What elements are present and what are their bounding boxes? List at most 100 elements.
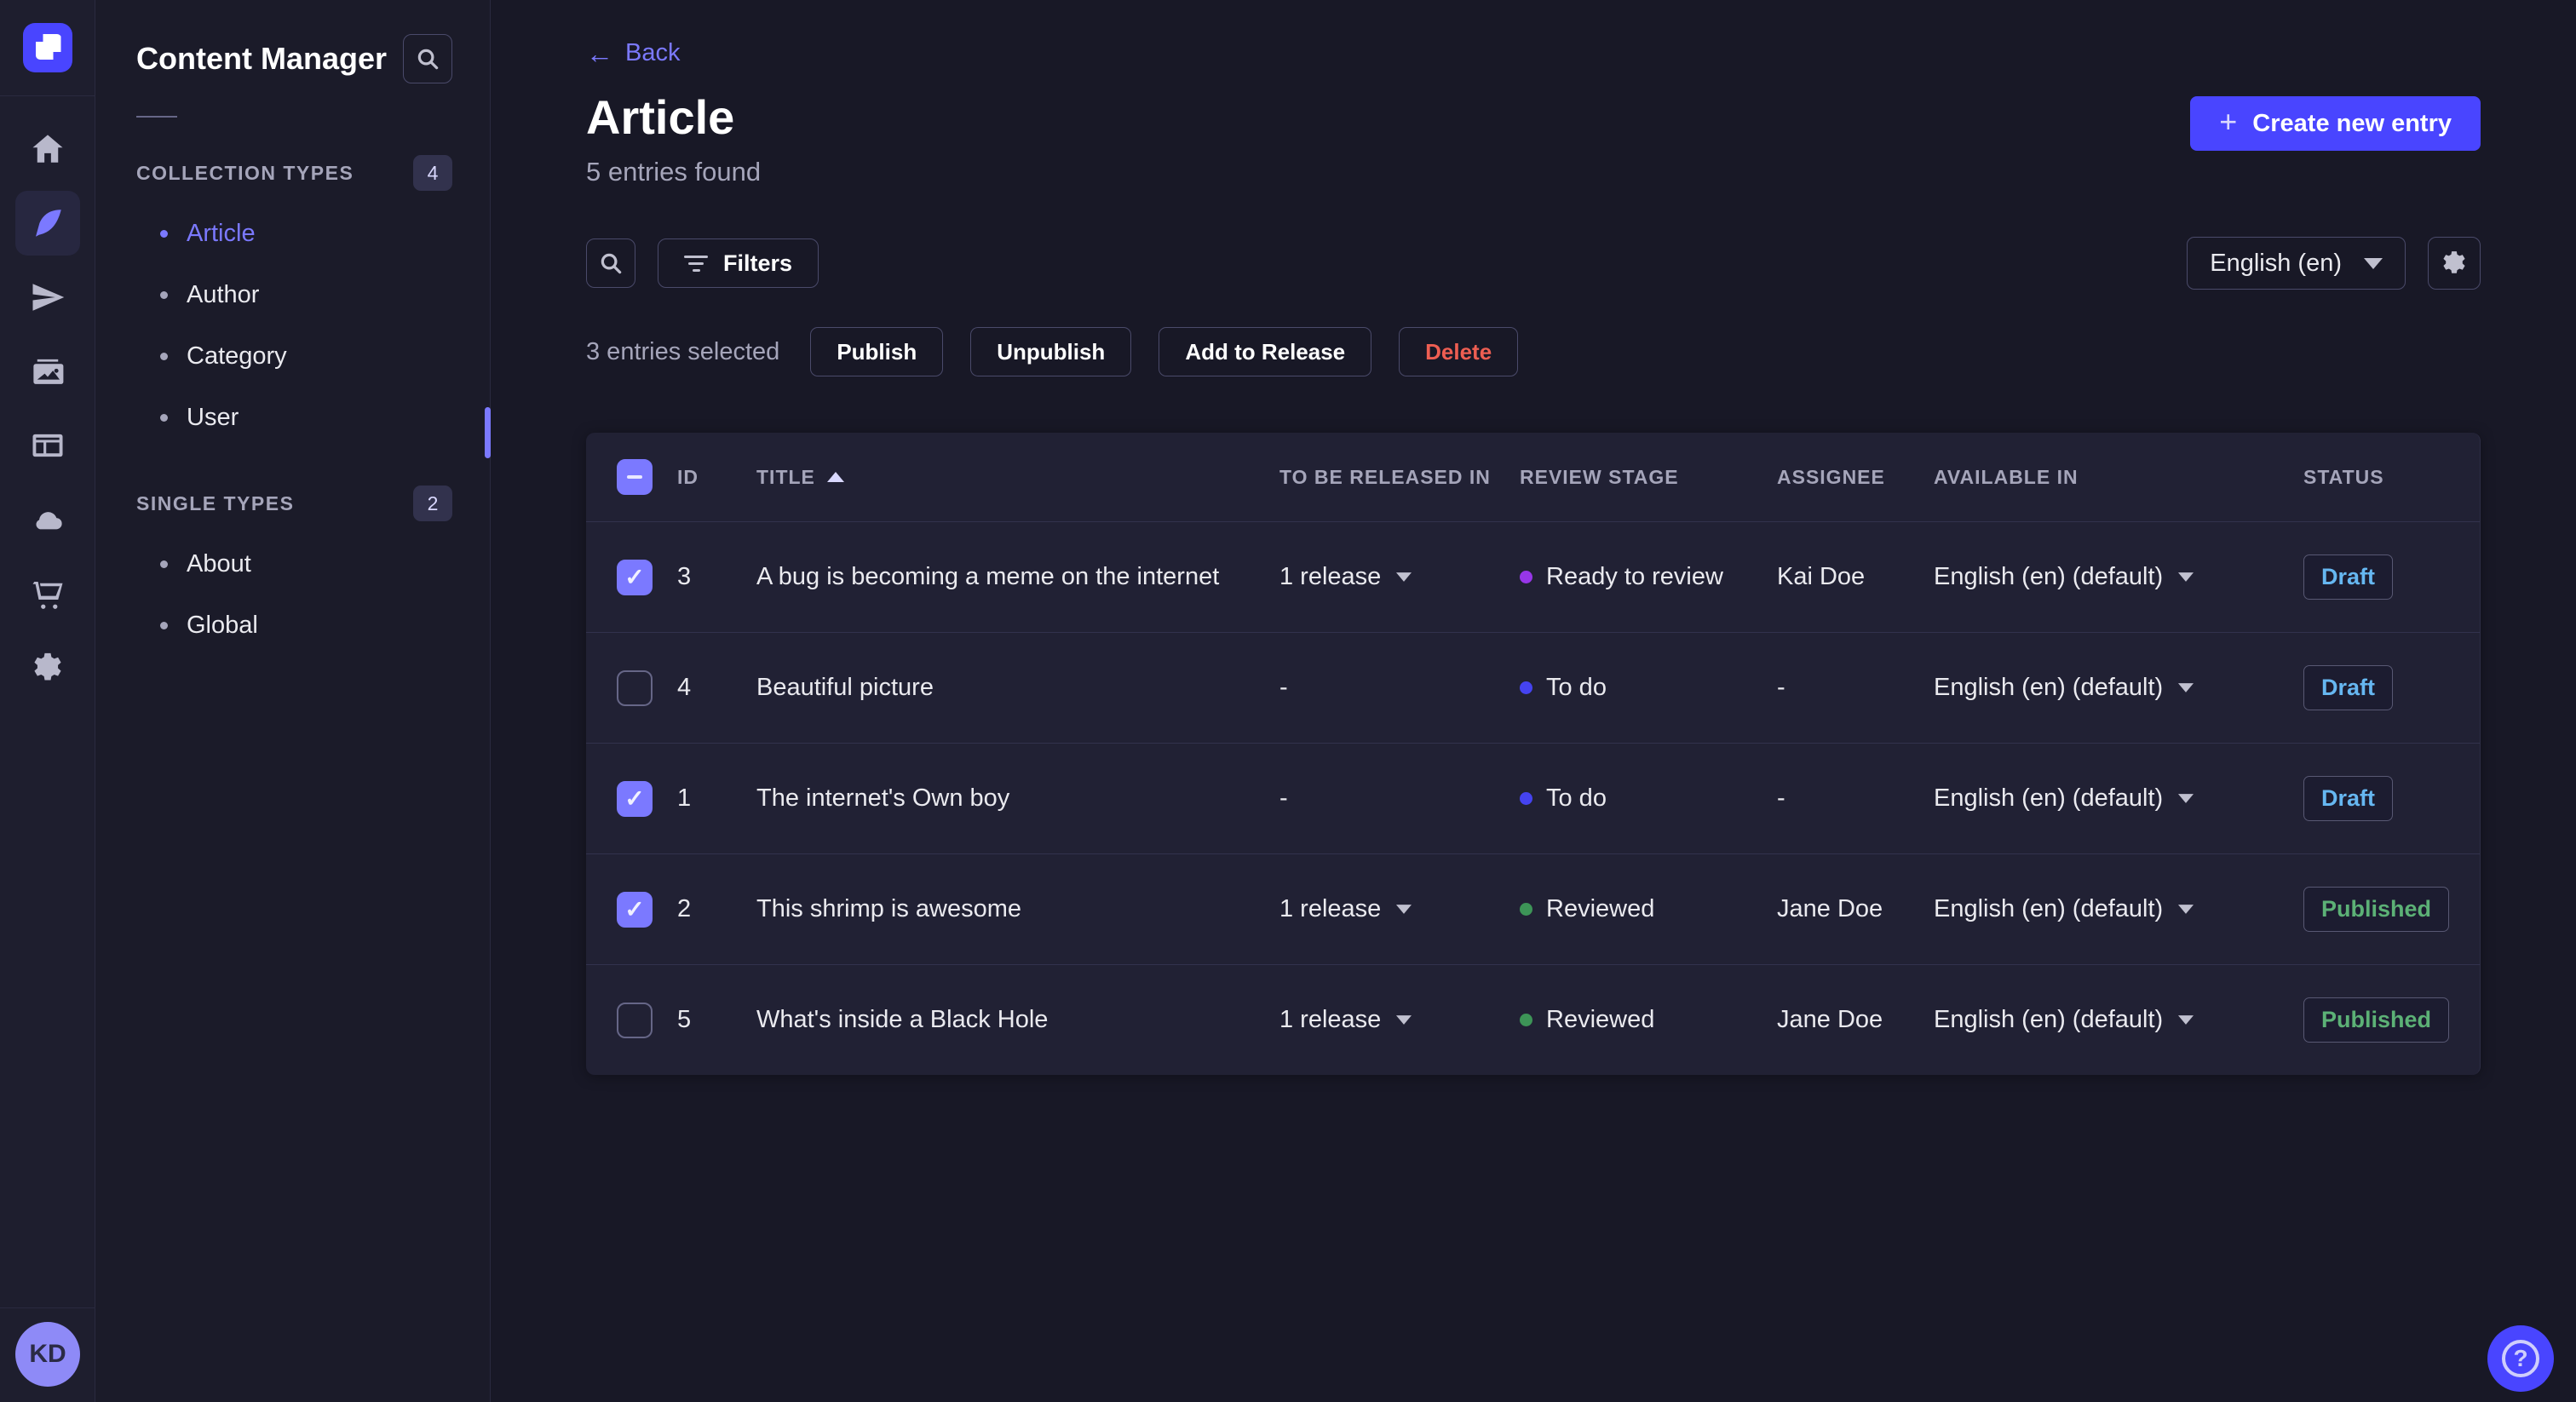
cell-id: 2 bbox=[677, 895, 692, 922]
select-all-checkbox[interactable] bbox=[617, 459, 653, 495]
cell-locale[interactable]: English (en) (default) bbox=[1934, 674, 2303, 702]
column-id[interactable]: ID bbox=[677, 466, 756, 489]
question-mark-icon: ? bbox=[2502, 1340, 2539, 1377]
cell-review-stage: Reviewed bbox=[1520, 1006, 1777, 1034]
cell-assignee: Kai Doe bbox=[1777, 563, 1866, 590]
filters-button[interactable]: Filters bbox=[658, 238, 819, 288]
table-row[interactable]: ✓ 5 What's inside a Black Hole 1 release… bbox=[586, 964, 2480, 1075]
table-search-button[interactable] bbox=[586, 238, 635, 288]
sidebar-search-button[interactable] bbox=[403, 34, 452, 83]
publish-button[interactable]: Publish bbox=[810, 327, 944, 376]
status-badge: Draft bbox=[2303, 554, 2394, 600]
back-link[interactable]: ← Back bbox=[586, 39, 680, 67]
cell-title: What's inside a Black Hole bbox=[756, 1006, 1049, 1033]
column-review-stage[interactable]: REVIEW STAGE bbox=[1520, 466, 1777, 489]
search-icon bbox=[417, 49, 439, 70]
chevron-down-icon bbox=[1396, 572, 1412, 582]
nav-media-library[interactable] bbox=[15, 339, 80, 404]
nav-settings[interactable] bbox=[15, 635, 80, 700]
nav-content-manager[interactable] bbox=[14, 191, 80, 256]
search-icon bbox=[601, 253, 622, 274]
sidebar-item-author[interactable]: Author bbox=[95, 264, 490, 325]
main-content: ← Back Article 5 entries found + Create … bbox=[491, 0, 2576, 1402]
delete-button[interactable]: Delete bbox=[1399, 327, 1519, 376]
cell-assignee: Jane Doe bbox=[1777, 895, 1883, 922]
view-settings-button[interactable] bbox=[2428, 237, 2481, 290]
selected-count-text: 3 entries selected bbox=[586, 337, 780, 365]
column-status[interactable]: STATUS bbox=[2303, 466, 2449, 489]
sidebar-item-user[interactable]: User bbox=[95, 387, 490, 448]
nav-content-type-builder[interactable] bbox=[15, 413, 80, 478]
table-row[interactable]: ✓ 1 The internet's Own boy - To do - Eng… bbox=[586, 743, 2480, 853]
create-new-entry-button[interactable]: + Create new entry bbox=[2190, 96, 2481, 151]
entries-table: ID TITLE TO BE RELEASED IN REVIEW STAGE … bbox=[586, 433, 2481, 1075]
sidebar-item-global[interactable]: Global bbox=[95, 595, 490, 656]
row-checkbox[interactable]: ✓ bbox=[617, 780, 653, 817]
cell-id: 5 bbox=[677, 1006, 692, 1033]
paper-plane-icon bbox=[32, 284, 64, 311]
section-collection-types: COLLECTION TYPES 4 Article Author Catego… bbox=[95, 155, 491, 458]
nav-home[interactable] bbox=[15, 117, 80, 181]
sidebar-item-article[interactable]: Article bbox=[95, 203, 491, 458]
cell-locale[interactable]: English (en) (default) bbox=[1934, 784, 2303, 813]
section-count-badge: 2 bbox=[413, 486, 452, 521]
cell-review-stage: To do bbox=[1520, 784, 1777, 813]
chevron-down-icon bbox=[2178, 794, 2194, 803]
chevron-down-icon bbox=[1396, 1015, 1412, 1025]
plus-icon: + bbox=[2219, 104, 2238, 139]
cell-title: Beautiful picture bbox=[756, 674, 934, 701]
table-row[interactable]: ✓ 4 Beautiful picture - To do - English … bbox=[586, 632, 2480, 743]
bullet-icon bbox=[160, 290, 168, 299]
nav-deploy[interactable] bbox=[15, 487, 80, 552]
help-button[interactable]: ? bbox=[2487, 1325, 2554, 1392]
cloud-icon bbox=[35, 512, 62, 530]
column-available-in[interactable]: AVAILABLE IN bbox=[1934, 466, 2303, 489]
nav-marketplace[interactable] bbox=[15, 561, 80, 626]
column-to-be-released-in[interactable]: TO BE RELEASED IN bbox=[1279, 466, 1520, 489]
page-title: Article bbox=[586, 90, 735, 144]
cell-title: A bug is becoming a meme on the internet bbox=[756, 563, 1220, 590]
chevron-down-icon bbox=[2178, 905, 2194, 914]
strapi-logo-glyph bbox=[35, 34, 61, 60]
bullet-icon bbox=[160, 413, 168, 422]
column-assignee[interactable]: ASSIGNEE bbox=[1777, 466, 1934, 489]
cell-locale[interactable]: English (en) (default) bbox=[1934, 895, 2303, 923]
table-header-row: ID TITLE TO BE RELEASED IN REVIEW STAGE … bbox=[586, 433, 2480, 521]
cell-release[interactable]: 1 release bbox=[1279, 1006, 1520, 1034]
add-to-release-button[interactable]: Add to Release bbox=[1159, 327, 1372, 376]
cell-title: This shrimp is awesome bbox=[756, 895, 1022, 922]
sidebar-item-category[interactable]: Category bbox=[95, 325, 490, 387]
gear-icon bbox=[33, 652, 61, 681]
layout-icon bbox=[32, 434, 62, 457]
unpublish-button[interactable]: Unpublish bbox=[970, 327, 1132, 376]
main-nav-rail: KD bbox=[0, 0, 95, 1402]
stage-dot-icon bbox=[1520, 792, 1532, 805]
table-row[interactable]: ✓ 2 This shrimp is awesome 1 release Rev… bbox=[586, 853, 2480, 964]
stage-dot-icon bbox=[1520, 571, 1532, 583]
cell-locale[interactable]: English (en) (default) bbox=[1934, 1006, 2303, 1034]
user-avatar[interactable]: KD bbox=[15, 1322, 80, 1387]
locale-select[interactable]: English (en) bbox=[2187, 237, 2406, 290]
cell-release[interactable]: 1 release bbox=[1279, 563, 1520, 591]
sidebar-item-about[interactable]: About bbox=[95, 533, 490, 595]
stage-dot-icon bbox=[1520, 903, 1532, 916]
cell-release: - bbox=[1279, 784, 1288, 812]
row-checkbox[interactable]: ✓ bbox=[617, 891, 653, 928]
cell-release[interactable]: 1 release bbox=[1279, 895, 1520, 923]
row-checkbox[interactable]: ✓ bbox=[617, 669, 653, 706]
bullet-icon bbox=[160, 621, 168, 629]
cell-locale[interactable]: English (en) (default) bbox=[1934, 563, 2303, 591]
bullet-icon bbox=[160, 352, 168, 360]
section-count-badge: 4 bbox=[413, 155, 452, 191]
chevron-down-icon bbox=[2178, 572, 2194, 582]
strapi-logo[interactable] bbox=[22, 23, 72, 72]
table-row[interactable]: ✓ 3 A bug is becoming a meme on the inte… bbox=[586, 521, 2480, 632]
row-checkbox[interactable]: ✓ bbox=[617, 1002, 653, 1038]
column-title[interactable]: TITLE bbox=[756, 466, 1279, 489]
row-checkbox[interactable]: ✓ bbox=[617, 559, 653, 595]
feather-pen-icon bbox=[35, 210, 61, 237]
cell-id: 4 bbox=[677, 674, 692, 701]
nav-releases[interactable] bbox=[15, 265, 80, 330]
cell-release: - bbox=[1279, 674, 1288, 701]
cell-assignee: - bbox=[1777, 784, 1785, 812]
